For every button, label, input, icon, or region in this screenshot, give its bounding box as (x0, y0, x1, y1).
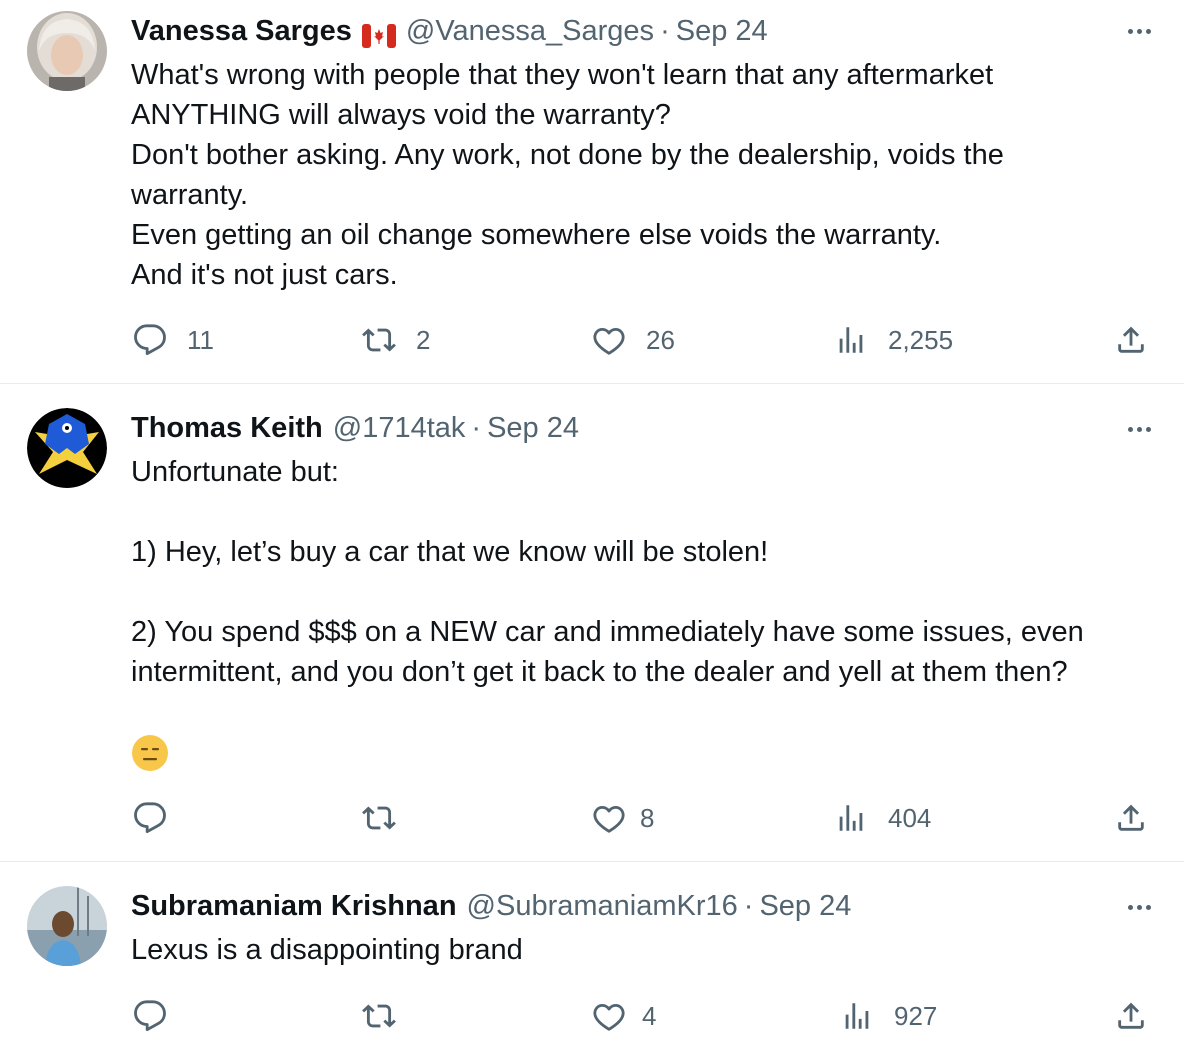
tweet-date[interactable]: Sep 24 (759, 886, 851, 926)
share-icon (1114, 323, 1148, 357)
heart-icon (592, 801, 626, 835)
share-button[interactable] (1114, 994, 1148, 1038)
more-icon[interactable] (1121, 19, 1157, 43)
like-button[interactable]: 8 (592, 796, 654, 840)
views-icon (834, 801, 868, 835)
retweet-button[interactable] (362, 994, 416, 1038)
like-count: 8 (640, 802, 655, 833)
expressionless-face-emoji (131, 734, 169, 772)
views-icon (840, 999, 874, 1033)
views-count: 2,255 (888, 324, 954, 355)
separator: · (471, 412, 482, 444)
reply-count: 11 (187, 324, 214, 355)
author-handle[interactable]: @Vanessa_Sarges (406, 11, 654, 51)
retweet-button[interactable]: 2 (362, 318, 430, 362)
author-name[interactable]: Subramaniam Krishnan (131, 886, 457, 926)
tweet-text: Lexus is a disappointing brand (131, 934, 523, 966)
reply-button[interactable] (133, 796, 187, 840)
more-icon[interactable] (1121, 417, 1157, 441)
avatar[interactable] (27, 408, 107, 488)
like-button[interactable]: 4 (592, 994, 656, 1038)
avatar[interactable] (27, 11, 107, 91)
views-count: 404 (888, 802, 932, 833)
like-count: 26 (646, 324, 675, 355)
views-button[interactable]: 404 (834, 796, 931, 840)
author-handle[interactable]: @SubramaniamKr16 (467, 886, 738, 926)
separator: · (660, 15, 670, 47)
action-bar: 11 2 26 2,255 (0, 318, 1184, 362)
action-bar: 8 404 (0, 796, 1184, 840)
tweet-date[interactable]: Sep 24 (676, 11, 768, 51)
heart-icon (592, 323, 626, 357)
share-button[interactable] (1114, 318, 1148, 362)
retweet-icon (362, 801, 396, 835)
tweet-date[interactable]: Sep 24 (487, 408, 579, 448)
tweet-text: Unfortunate but: 1) Hey, let’s buy a car… (131, 456, 1084, 688)
more-icon[interactable] (1121, 895, 1157, 919)
canada-flag-icon (361, 19, 396, 48)
reply-icon (133, 801, 167, 835)
tweet[interactable]: Subramaniam Krishnan @SubramaniamKr16 · … (0, 862, 1184, 1054)
views-icon (834, 323, 868, 357)
retweet-icon (362, 999, 396, 1033)
share-icon (1114, 801, 1148, 835)
avatar[interactable] (27, 886, 107, 966)
share-icon (1114, 999, 1148, 1033)
like-count: 4 (642, 1000, 657, 1031)
reply-button[interactable] (133, 994, 187, 1038)
separator: · (743, 890, 754, 922)
retweet-count: 2 (416, 324, 431, 355)
views-count: 927 (894, 1000, 938, 1031)
tweet-text: What's wrong with people that they won't… (131, 59, 1004, 291)
reply-icon (133, 323, 167, 357)
reply-button[interactable]: 11 (133, 318, 214, 362)
tweet[interactable]: Vanessa Sarges @Vanessa_Sarges · Sep 24 … (0, 0, 1184, 383)
author-name[interactable]: Thomas Keith (131, 408, 323, 448)
heart-icon (592, 999, 626, 1033)
author-name[interactable]: Vanessa Sarges (131, 11, 352, 51)
share-button[interactable] (1114, 796, 1148, 840)
views-button[interactable]: 927 (840, 994, 937, 1038)
reply-icon (133, 999, 167, 1033)
retweet-icon (362, 323, 396, 357)
like-button[interactable]: 26 (592, 318, 675, 362)
views-button[interactable]: 2,255 (834, 318, 953, 362)
action-bar: 4 927 (0, 994, 1184, 1038)
retweet-button[interactable] (362, 796, 416, 840)
author-handle[interactable]: @1714tak (333, 408, 466, 448)
tweet[interactable]: Thomas Keith @1714tak · Sep 24 Unfortuna… (0, 384, 1184, 861)
